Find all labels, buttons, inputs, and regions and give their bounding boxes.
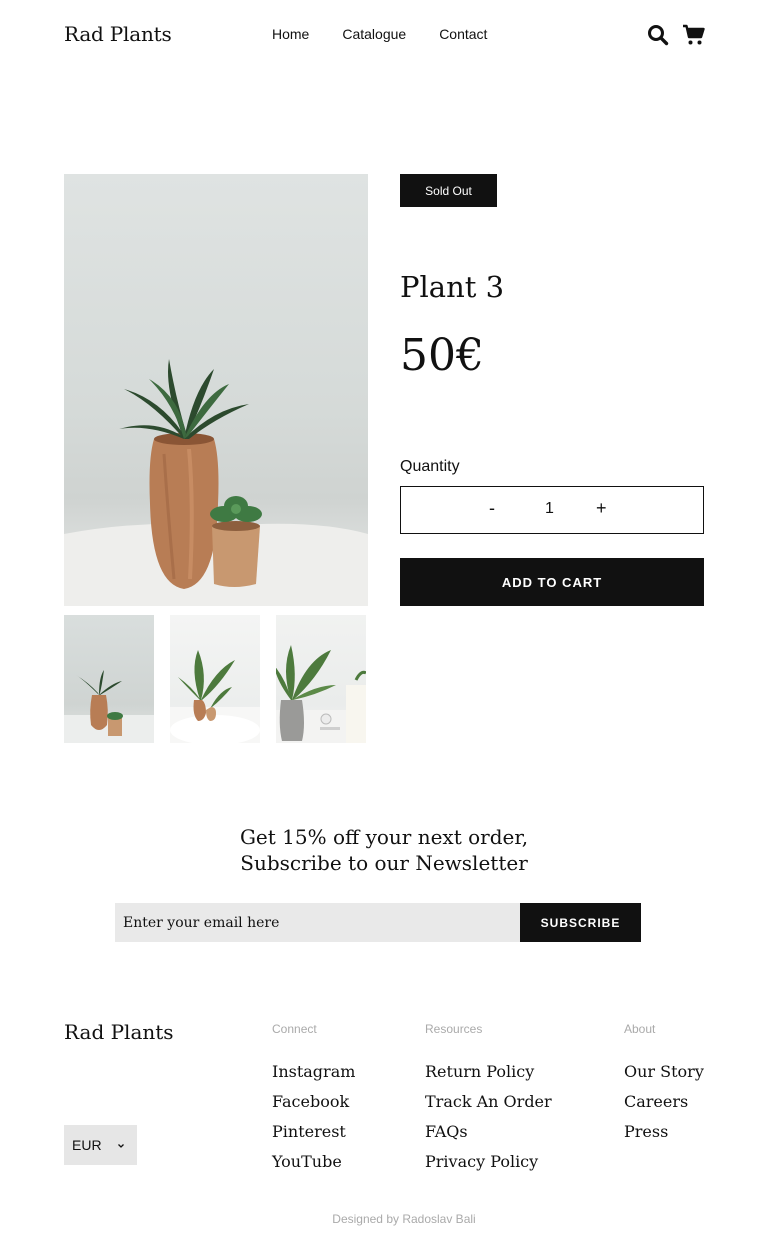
footer-column-resources: Resources Return Policy Track An Order F… [425,1022,552,1177]
site-logo[interactable]: Rad Plants [64,22,172,46]
chevron-down-icon [116,1138,126,1148]
add-to-cart-button[interactable]: ADD TO CART [400,558,704,606]
product-thumbnail-2[interactable] [170,615,260,743]
cart-icon[interactable] [682,23,706,47]
footer-link-facebook[interactable]: Facebook [272,1087,355,1117]
footer-column-about: About Our Story Careers Press [624,1022,704,1147]
footer-link-instagram[interactable]: Instagram [272,1057,355,1087]
footer-logo[interactable]: Rad Plants [64,1020,174,1044]
footer-link-youtube[interactable]: YouTube [272,1147,355,1177]
newsletter-line-1: Get 15% off your next order, [239,825,529,849]
footer-link-faqs[interactable]: FAQs [425,1117,552,1147]
quantity-decrease-button[interactable]: - [489,498,495,519]
nav-contact-link[interactable]: Contact [439,26,487,42]
main-nav: Home Catalogue Contact [272,26,487,42]
nav-catalogue-link[interactable]: Catalogue [342,26,406,42]
sold-out-badge: Sold Out [400,174,497,207]
footer-heading-about: About [624,1022,656,1036]
search-icon[interactable] [646,23,670,47]
footer-link-our-story[interactable]: Our Story [624,1057,704,1087]
newsletter-line-2: Subscribe to our Newsletter [240,851,528,875]
product-thumbnail-1[interactable] [64,615,154,743]
footer-link-careers[interactable]: Careers [624,1087,704,1117]
subscribe-button[interactable]: SUBSCRIBE [520,903,641,942]
footer-link-track-order[interactable]: Track An Order [425,1087,552,1117]
footer-column-connect: Connect Instagram Facebook Pinterest You… [272,1022,355,1177]
newsletter-heading: Get 15% off your next order, Subscribe t… [0,824,768,876]
product-title: Plant 3 [400,270,505,304]
footer-link-press[interactable]: Press [624,1117,704,1147]
nav-home-link[interactable]: Home [272,26,309,42]
footer-link-return-policy[interactable]: Return Policy [425,1057,552,1087]
quantity-label: Quantity [400,458,460,475]
footer-heading-resources: Resources [425,1022,483,1036]
designer-credit: Designed by Radoslav Bali [332,1212,476,1226]
product-price: 50€ [400,330,484,381]
site-header: Rad Plants Home Catalogue Contact [0,0,768,70]
product-main-image [64,174,368,606]
footer-link-pinterest[interactable]: Pinterest [272,1117,355,1147]
currency-value: EUR [72,1137,102,1153]
product-thumbnail-3[interactable] [276,615,366,743]
footer-link-privacy-policy[interactable]: Privacy Policy [425,1147,552,1177]
quantity-increase-button[interactable]: + [596,498,607,519]
email-input[interactable] [115,903,520,942]
currency-select[interactable]: EUR [64,1125,137,1165]
quantity-value[interactable]: 1 [545,500,554,518]
footer-heading-connect: Connect [272,1022,317,1036]
quantity-stepper: - 1 + [400,486,704,534]
